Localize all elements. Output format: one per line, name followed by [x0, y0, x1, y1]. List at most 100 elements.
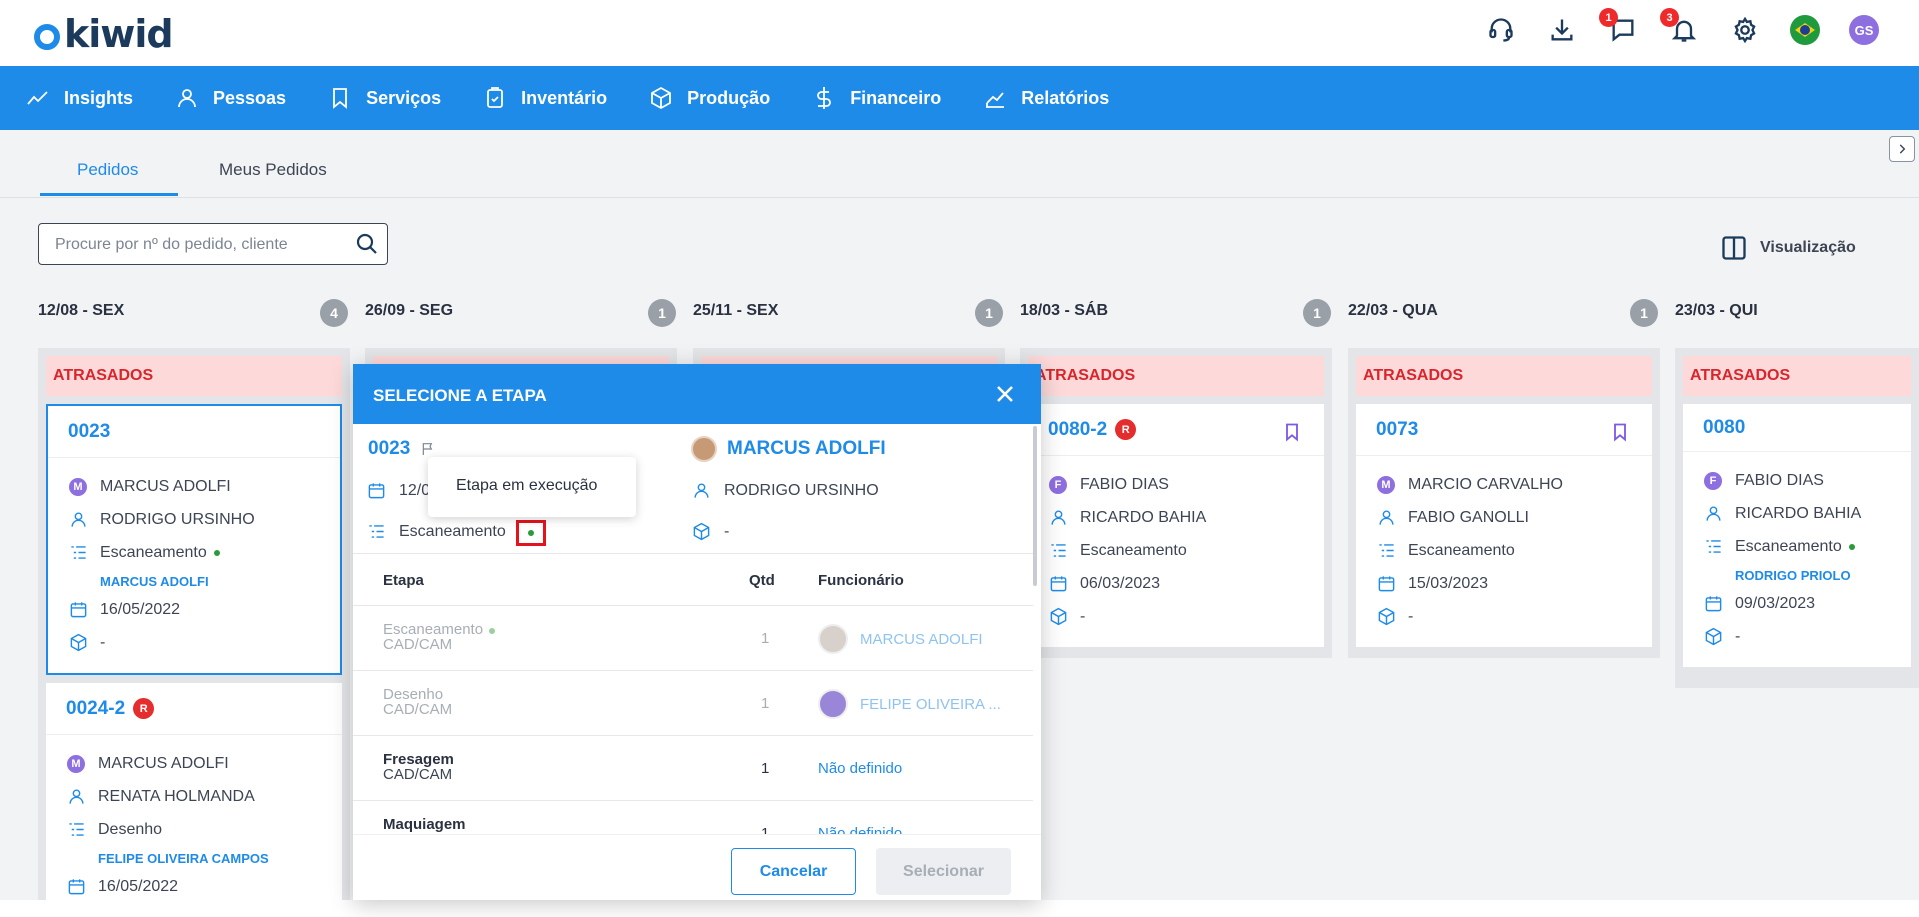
support-icon[interactable]	[1485, 14, 1517, 46]
order-id[interactable]: 0023	[48, 406, 340, 458]
column-date: 26/09 - SEG	[365, 302, 454, 319]
in-progress-indicator[interactable]	[516, 520, 546, 546]
user-icon	[66, 787, 86, 807]
employee-avatar	[818, 624, 848, 654]
box-icon	[693, 522, 710, 541]
dentist-name: RODRIGO URSINHO	[100, 510, 255, 528]
redo-badge: R	[133, 698, 155, 719]
trend-icon	[27, 91, 48, 105]
client-initial-icon: M	[67, 754, 85, 773]
client-initial-icon: F	[1049, 475, 1067, 494]
kiwid-logo[interactable]: kiwid	[34, 12, 174, 56]
assignee-name: FELIPE OLIVEIRA CAMPOS	[98, 850, 269, 866]
dentist-name: RICARDO BAHIA	[1080, 508, 1207, 526]
chat-badge: 1	[1599, 8, 1618, 27]
order-id[interactable]: 0024-2	[66, 698, 125, 720]
nav-inventario[interactable]: Inventário	[483, 86, 607, 110]
nav-insights[interactable]: Insights	[26, 86, 133, 110]
due-date: 15/03/2023	[1408, 574, 1489, 592]
order-id[interactable]: 0073	[1356, 404, 1652, 456]
box-value: -	[1080, 607, 1086, 625]
order-id[interactable]: 0080	[1683, 404, 1911, 452]
bookmark-icon[interactable]	[1282, 421, 1302, 443]
user-icon	[68, 510, 88, 530]
nav-label: Financeiro	[850, 87, 942, 108]
order-card[interactable]: 0073 M MARCIO CARVALHO FABIO GANOLLI Esca…	[1356, 404, 1652, 647]
stages-icon	[369, 525, 384, 538]
nav-label: Insights	[64, 87, 134, 108]
order-card[interactable]: 0080-2 R F FABIO DIAS RICARDO BAHIA Escane…	[1028, 404, 1324, 647]
expand-panel-button[interactable]	[1889, 136, 1915, 162]
nav-producao[interactable]: Produção	[649, 86, 770, 110]
user-avatar[interactable]: GS	[1849, 15, 1879, 45]
stage-name: Escaneamento	[100, 543, 207, 561]
stage-name: Escaneamento	[1408, 541, 1515, 559]
nav-financeiro[interactable]: Financeiro	[812, 86, 941, 110]
calendar-icon	[68, 600, 88, 620]
order-card[interactable]: 0024-2 R M MARCUS ADOLFI RENATA HOLMANDA D…	[46, 683, 342, 917]
gear-icon[interactable]	[1729, 14, 1761, 46]
nav-label: Pessoas	[213, 87, 287, 108]
column-date: 18/03 - SÁB	[1020, 302, 1109, 319]
in-progress-dot	[1848, 543, 1855, 550]
due-date: 09/03/2023	[1735, 594, 1816, 612]
search-box	[38, 223, 388, 265]
box-icon	[68, 633, 88, 653]
stage-sector: CAD/CAM	[383, 766, 453, 783]
bookmark-icon	[333, 88, 347, 109]
logo-text: kiwid	[64, 12, 174, 56]
nav-pessoas[interactable]: Pessoas	[175, 86, 286, 110]
late-label: ATRASADOS	[1683, 356, 1911, 396]
order-card[interactable]: 0080 F FABIO DIAS RICARDO BAHIA Escaneame…	[1683, 404, 1911, 667]
download-icon[interactable]	[1546, 14, 1578, 46]
bookmark-icon[interactable]	[1610, 421, 1630, 443]
stage-table-header: Etapa Qtd Funcionário	[353, 554, 1033, 606]
bell-icon[interactable]: 3	[1660, 8, 1700, 46]
late-label: ATRASADOS	[46, 356, 342, 396]
nav-label: Serviços	[366, 87, 442, 108]
in-progress-dot	[528, 530, 534, 536]
stage-qty: 1	[761, 760, 770, 777]
stage-row[interactable]: Escaneamento CAD/CAM 1 MARCUS ADOLFI	[353, 606, 1033, 671]
late-label: ATRASADOS	[1028, 356, 1324, 396]
nav-relatorios[interactable]: Relatórios	[983, 86, 1109, 110]
search-icon[interactable]	[355, 232, 379, 256]
assignee-name: RODRIGO PRIOLO	[1735, 567, 1851, 583]
stage-row[interactable]: Desenho CAD/CAM 1 FELIPE OLIVEIRA ...	[353, 671, 1033, 736]
stage-status-tooltip: Etapa em execução	[428, 457, 636, 517]
column-date: 22/03 - QUA	[1348, 302, 1438, 319]
search-input[interactable]	[53, 235, 343, 255]
client-name: MARCIO CARVALHO	[1408, 475, 1563, 493]
box-value: -	[100, 633, 106, 651]
tab-meus-pedidos[interactable]: Meus Pedidos	[219, 160, 327, 180]
modal-box: -	[724, 522, 730, 540]
cancel-button[interactable]: Cancelar	[731, 848, 856, 895]
column-count: 1	[648, 299, 676, 327]
tab-pedidos[interactable]: Pedidos	[77, 160, 138, 180]
client-name: FABIO DIAS	[1080, 475, 1169, 493]
calendar-icon	[1703, 594, 1723, 614]
order-id[interactable]: 0080-2	[1048, 419, 1107, 441]
chat-icon[interactable]: 1	[1599, 8, 1639, 46]
employee-avatar	[818, 689, 848, 719]
calendar-icon	[1376, 574, 1396, 594]
stage-sector: CAD/CAM	[383, 636, 453, 653]
visualization-button[interactable]: Visualização	[1720, 234, 1856, 262]
select-button[interactable]: Selecionar	[876, 848, 1011, 895]
order-card[interactable]: 0023 M MARCUS ADOLFI RODRIGO URSINHO Esca…	[46, 404, 342, 675]
stage-qty: 1	[761, 695, 770, 712]
due-date: 06/03/2023	[1080, 574, 1161, 592]
user-icon	[1376, 508, 1396, 528]
nav-servicos[interactable]: Serviços	[328, 86, 441, 110]
stage-row[interactable]: Fresagem CAD/CAM 1 Não definido	[353, 736, 1033, 801]
stage-name: Maquiagem	[383, 816, 466, 833]
stage-qty: 1	[761, 630, 770, 647]
stage-name: Desenho	[98, 820, 163, 838]
user-icon	[1048, 508, 1068, 528]
employee-name[interactable]: Não definido	[818, 760, 902, 777]
box-icon	[1703, 627, 1723, 647]
flag-icon[interactable]	[1790, 15, 1820, 45]
user-icon	[694, 483, 709, 498]
nav-label: Inventário	[521, 87, 608, 108]
late-label: ATRASADOS	[1356, 356, 1652, 396]
